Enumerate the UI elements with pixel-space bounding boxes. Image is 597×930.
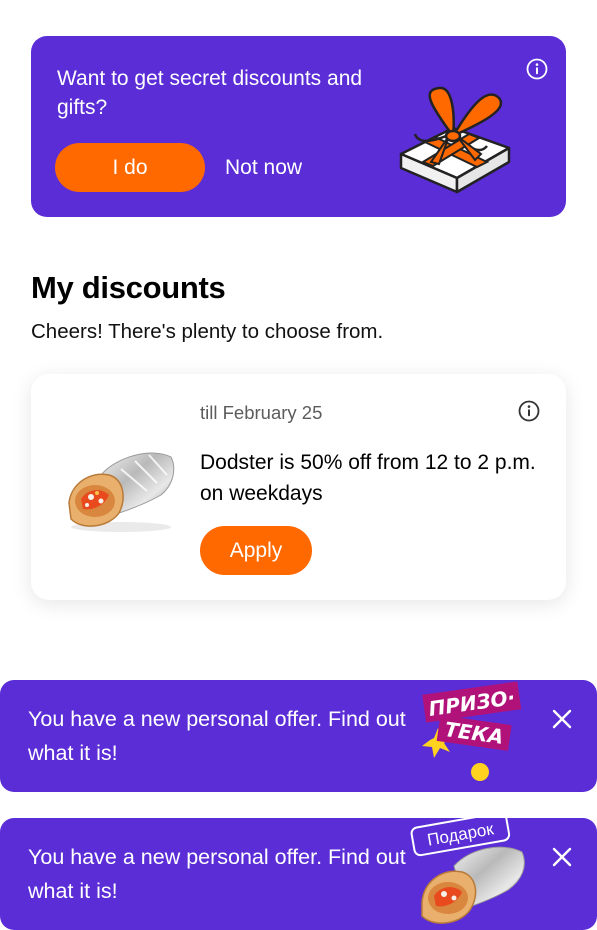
prizoteka-line-2: ТЕКА (443, 717, 505, 749)
promo-question: Want to get secret discounts and gifts? (57, 67, 363, 119)
not-now-button[interactable]: Not now (225, 143, 302, 192)
info-icon[interactable] (526, 58, 548, 80)
close-icon[interactable] (551, 846, 573, 868)
discount-card[interactable]: till February 25 Dodster is 50% off from… (31, 374, 566, 600)
personal-offer-text: You have a new personal offer. Find out … (28, 707, 406, 765)
discount-expiry-date: till February 25 (200, 402, 323, 423)
discount-description: Dodster is 50% off from 12 to 2 p.m. on … (200, 451, 536, 505)
dodster-wrap-icon (68, 452, 175, 532)
gift-roll-icon: Подарок (410, 818, 525, 924)
info-icon[interactable] (518, 400, 540, 422)
personal-offer-text: You have a new personal offer. Find out … (28, 845, 406, 903)
secret-discounts-promo: Want to get secret discounts and gifts? … (31, 36, 566, 217)
i-do-button[interactable]: I do (55, 143, 205, 192)
personal-offer-banner[interactable]: You have a new personal offer. Find out … (0, 680, 597, 792)
gift-box-icon (399, 86, 511, 194)
apply-button[interactable]: Apply (200, 526, 312, 575)
personal-offer-banner[interactable]: You have a new personal offer. Find out … (0, 818, 597, 930)
close-icon[interactable] (551, 708, 573, 730)
prizoteka-sticker-icon: ПРИЗО· ТЕКА (422, 681, 522, 781)
my-discounts-title: My discounts (31, 270, 226, 305)
my-discounts-subtitle: Cheers! There's plenty to choose from. (31, 320, 384, 343)
